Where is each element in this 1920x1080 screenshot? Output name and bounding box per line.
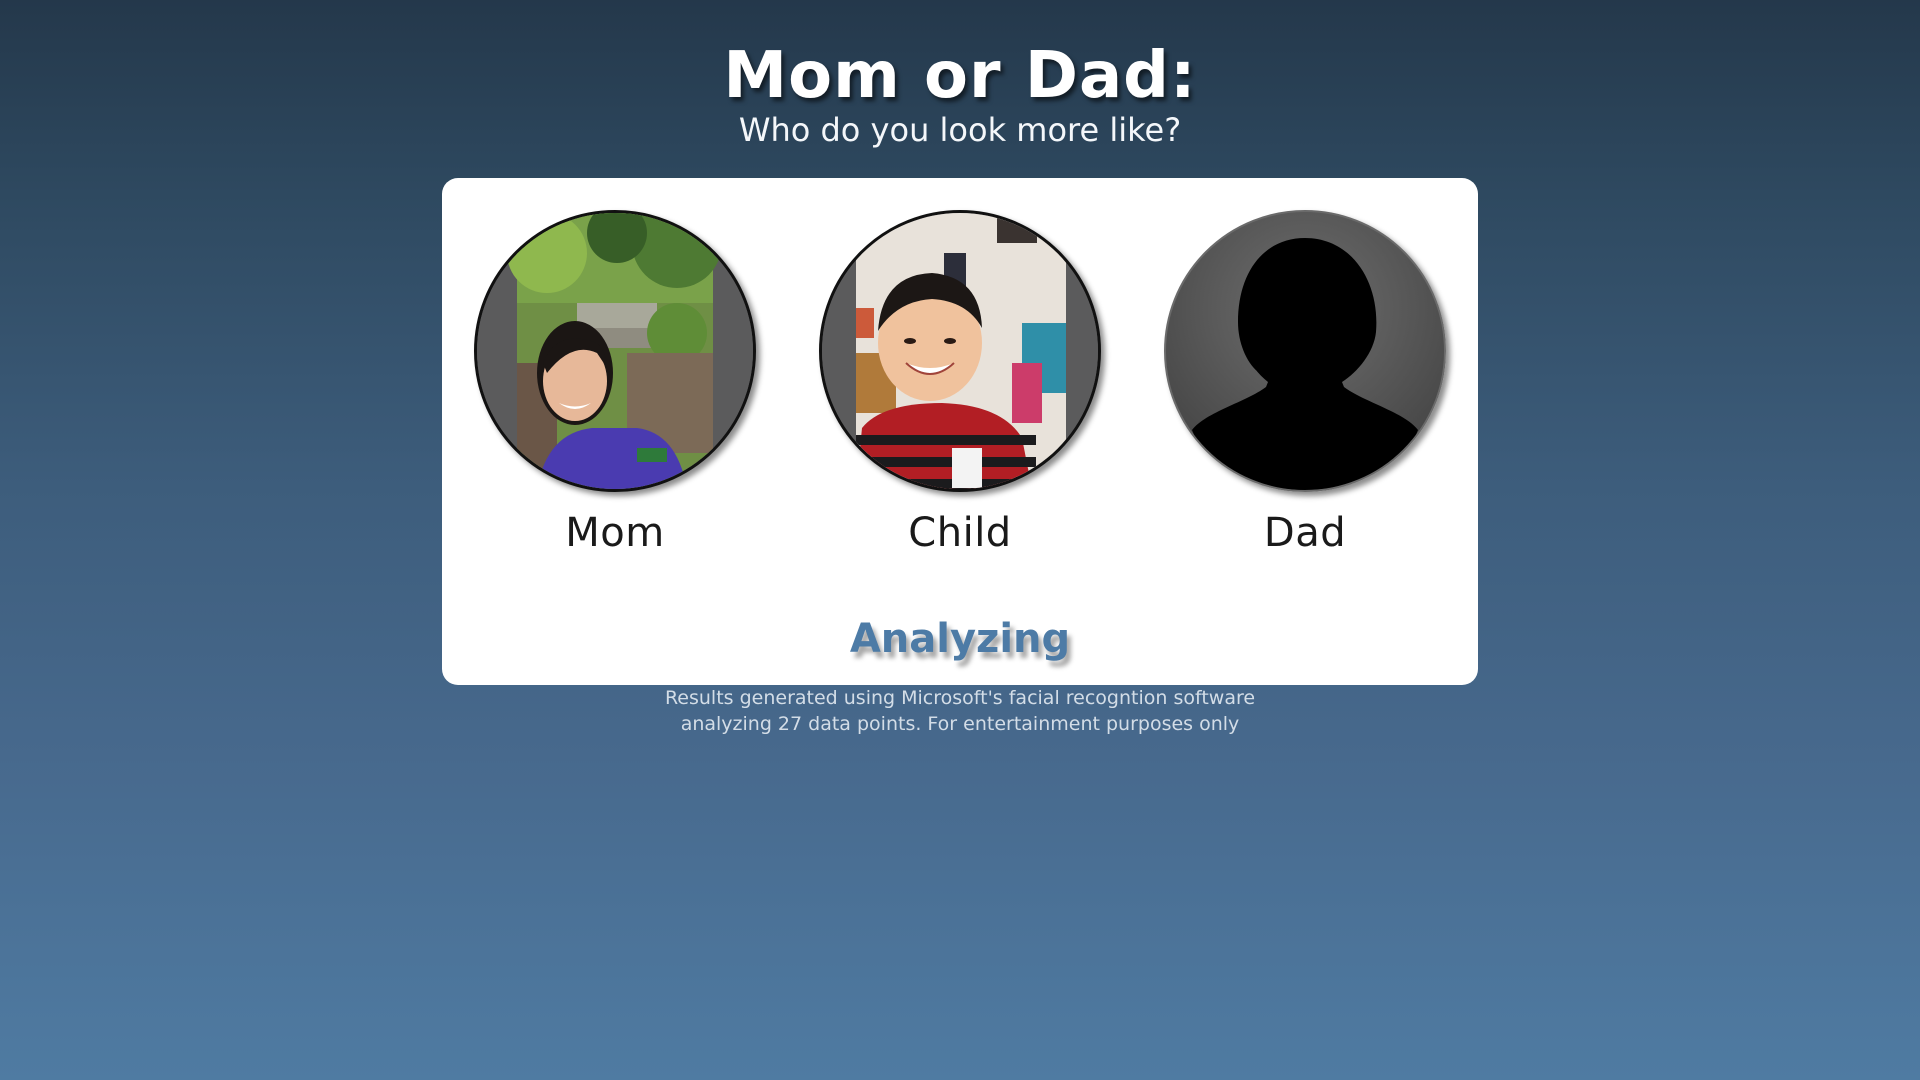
comparison-card: Mom Child Dad Analyzing xyxy=(442,178,1478,685)
dad-panel[interactable]: Dad xyxy=(1160,210,1450,558)
silhouette-placeholder-icon[interactable] xyxy=(1164,210,1446,492)
mom-photo[interactable] xyxy=(474,210,756,492)
disclaimer-text: Results generated using Microsoft's faci… xyxy=(0,685,1920,737)
disclaimer-line-2: analyzing 27 data points. For entertainm… xyxy=(680,713,1240,735)
analyzing-status: Analyzing xyxy=(849,616,1071,662)
page-title: Mom or Dad: xyxy=(723,39,1197,113)
page-subtitle: Who do you look more like? xyxy=(738,111,1182,149)
dad-label: Dad xyxy=(1263,510,1347,556)
disclaimer-line-1: Results generated using Microsoft's faci… xyxy=(664,687,1256,709)
child-panel[interactable]: Child xyxy=(815,210,1105,558)
mom-label: Mom xyxy=(565,510,665,556)
child-photo[interactable] xyxy=(819,210,1101,492)
mom-panel[interactable]: Mom xyxy=(470,210,760,558)
page-header: Mom or Dad: Who do you look more like? xyxy=(0,38,1920,150)
child-label: Child xyxy=(908,510,1012,556)
